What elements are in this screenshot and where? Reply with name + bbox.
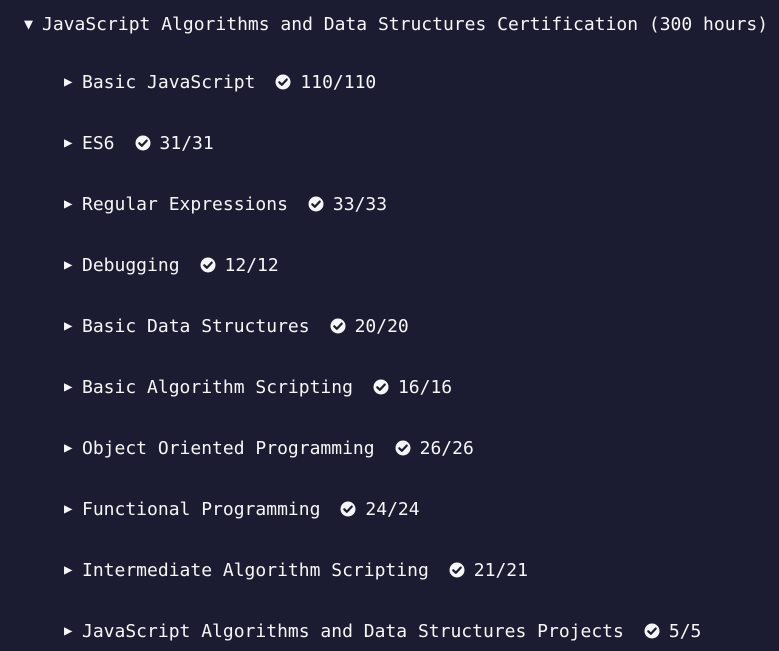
section-title: ES6 [82, 132, 115, 154]
section-progress: 5/5 [668, 620, 702, 642]
caret-right-icon: ▶ [64, 623, 73, 639]
section-row[interactable]: ▶ Intermediate Algorithm Scripting 21/21 [64, 557, 528, 583]
certification-header[interactable]: ▼ JavaScript Algorithms and Data Structu… [24, 11, 768, 37]
section-progress: 20/20 [354, 315, 409, 337]
section-progress: 110/110 [300, 71, 377, 93]
caret-right-icon: ▶ [64, 318, 73, 334]
section-row[interactable]: ▶ ES6 31/31 [64, 130, 214, 156]
caret-right-icon: ▶ [64, 562, 73, 578]
section-progress: 33/33 [332, 193, 388, 215]
section-progress: 31/31 [159, 132, 214, 154]
section-title: Debugging [82, 254, 180, 276]
check-circle-icon [373, 379, 389, 395]
check-circle-icon [330, 318, 346, 334]
check-circle-icon [449, 562, 465, 578]
section-progress: 21/21 [473, 559, 528, 581]
section-title: Object Oriented Programming [82, 437, 375, 459]
certification-panel: ▼ JavaScript Algorithms and Data Structu… [0, 0, 779, 651]
section-progress: 24/24 [365, 498, 420, 520]
caret-right-icon: ▶ [64, 440, 73, 456]
section-title: Basic JavaScript [82, 71, 256, 93]
caret-right-icon: ▶ [64, 135, 73, 151]
section-progress: 12/12 [224, 254, 279, 276]
section-row[interactable]: ▶ Functional Programming 24/24 [64, 496, 420, 522]
check-circle-icon [340, 501, 356, 517]
section-row[interactable]: ▶ Basic JavaScript 110/110 [64, 69, 376, 95]
section-progress: 26/26 [419, 437, 474, 459]
section-progress: 16/16 [397, 376, 453, 398]
check-circle-icon [200, 257, 216, 273]
section-row[interactable]: ▶ Object Oriented Programming 26/26 [64, 435, 474, 461]
section-row[interactable]: ▶ Regular Expressions 33/33 [64, 191, 387, 217]
check-circle-icon [395, 440, 411, 456]
check-circle-icon [644, 623, 660, 639]
section-row[interactable]: ▶ Basic Data Structures 20/20 [64, 313, 409, 339]
check-circle-icon [135, 135, 151, 151]
section-row[interactable]: ▶ Basic Algorithm Scripting 16/16 [64, 374, 452, 400]
check-circle-icon [308, 196, 324, 212]
caret-right-icon: ▶ [64, 74, 73, 90]
section-title: Basic Data Structures [82, 315, 310, 337]
check-circle-icon [275, 74, 291, 90]
section-row[interactable]: ▶ Debugging 12/12 [64, 252, 279, 278]
section-title: Functional Programming [82, 498, 321, 520]
section-title: Basic Algorithm Scripting [82, 376, 353, 398]
section-title: JavaScript Algorithms and Data Structure… [82, 620, 624, 642]
section-row[interactable]: ▶ JavaScript Algorithms and Data Structur… [64, 618, 701, 644]
certification-title: JavaScript Algorithms and Data Structure… [42, 13, 769, 35]
caret-right-icon: ▶ [64, 379, 73, 395]
section-title: Intermediate Algorithm Scripting [82, 559, 429, 581]
caret-right-icon: ▶ [64, 501, 73, 517]
caret-right-icon: ▶ [64, 257, 73, 273]
section-title: Regular Expressions [82, 193, 288, 215]
caret-right-icon: ▶ [64, 196, 73, 212]
caret-down-icon: ▼ [24, 14, 34, 33]
